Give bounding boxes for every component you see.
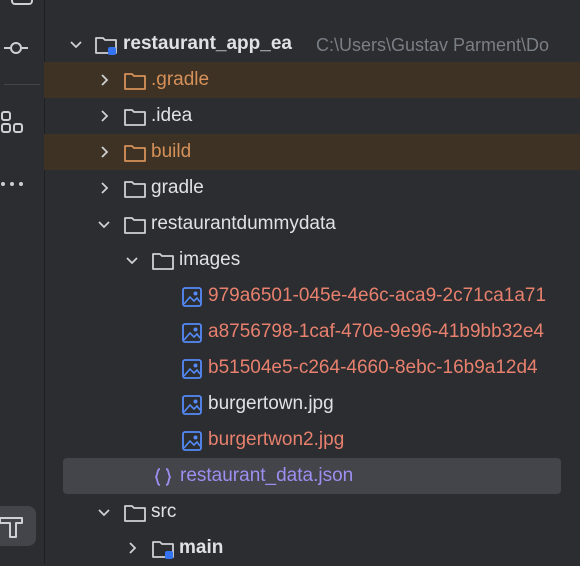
json-file-icon <box>154 468 172 486</box>
tree-item-label: b51504e5-c264-4660-8ebc-16b9a12d4 <box>208 357 538 378</box>
tree-item-label: burgertwon2.jpg <box>208 429 345 450</box>
chevron-right-icon[interactable] <box>96 144 112 160</box>
tree-item-label: 979a6501-045e-4e6c-aca9-2c71ca1a71 <box>208 285 547 306</box>
tree-row-idea[interactable]: .idea <box>44 98 580 134</box>
source-root-folder-icon <box>152 541 174 559</box>
build-tool-button[interactable] <box>0 506 36 546</box>
image-file-icon <box>182 359 202 379</box>
commit-tool-button[interactable] <box>0 28 44 68</box>
tree-row-build[interactable]: build <box>44 134 580 170</box>
folder-icon <box>152 253 174 270</box>
tree-row-main[interactable]: main <box>44 530 580 566</box>
tree-row-image-file[interactable]: 979a6501-045e-4e6c-aca9-2c71ca1a71 <box>44 278 580 314</box>
tree-item-label: build <box>151 141 192 162</box>
folder-icon <box>124 217 146 234</box>
chevron-down-icon[interactable] <box>96 216 112 232</box>
chevron-right-icon[interactable] <box>96 180 112 196</box>
project-tool-button[interactable] <box>0 0 44 18</box>
project-tree: restaurant_app_ea C:\Users\Gustav Parmen… <box>44 26 580 564</box>
tree-item-label: restaurantdummydata <box>151 213 336 234</box>
tree-row-restaurantdummydata[interactable]: restaurantdummydata <box>44 206 580 242</box>
folder-icon <box>124 181 146 198</box>
tree-row-gradle[interactable]: gradle <box>44 170 580 206</box>
chevron-right-icon[interactable] <box>124 540 140 556</box>
chevron-right-icon[interactable] <box>96 108 112 124</box>
folder-icon <box>124 145 146 162</box>
folder-icon <box>124 73 146 90</box>
image-file-icon <box>182 323 202 343</box>
folder-icon <box>124 505 146 522</box>
tree-row-image-file[interactable]: b51504e5-c264-4660-8ebc-16b9a12d4 <box>44 350 580 386</box>
image-file-icon <box>182 431 202 451</box>
chevron-down-icon[interactable] <box>96 504 112 520</box>
tree-row-src[interactable]: src <box>44 494 580 530</box>
chevron-right-icon[interactable] <box>96 72 112 88</box>
tree-row-image-file[interactable]: burgertown.jpg <box>44 386 580 422</box>
tree-item-label: .gradle <box>151 69 210 90</box>
folder-icon <box>124 109 146 126</box>
tree-item-label: gradle <box>151 177 204 198</box>
tree-row-image-file[interactable]: a8756798-1caf-470e-9e96-41b9bb32e4 <box>44 314 580 350</box>
tree-item-label: .idea <box>151 105 193 126</box>
tree-row-root[interactable]: restaurant_app_ea C:\Users\Gustav Parmen… <box>44 26 580 62</box>
tree-row-json-file[interactable]: restaurant_data.json <box>63 458 561 494</box>
more-tool-button[interactable] <box>0 164 44 204</box>
chevron-down-icon[interactable] <box>68 36 84 52</box>
root-folder-name: restaurant_app_ea <box>123 33 292 54</box>
image-file-icon <box>182 287 202 307</box>
tree-row-images[interactable]: images <box>44 242 580 278</box>
tree-item-label: main <box>179 537 224 558</box>
tree-item-label: a8756798-1caf-470e-9e96-41b9bb32e4 <box>208 321 544 342</box>
tree-item-label: images <box>179 249 241 270</box>
tool-window-strip <box>0 0 45 564</box>
tree-item-label: burgertown.jpg <box>208 393 334 414</box>
tree-item-label: restaurant_data.json <box>180 465 354 486</box>
chevron-down-icon[interactable] <box>124 252 140 268</box>
tree-item-label: src <box>151 501 177 522</box>
toolstrip-divider <box>4 84 40 85</box>
module-folder-icon <box>95 37 117 55</box>
tree-row-gradle-cache[interactable]: .gradle <box>44 62 580 98</box>
tree-row-image-file[interactable]: burgertwon2.jpg <box>44 422 580 458</box>
structure-tool-button[interactable] <box>0 104 44 144</box>
root-folder-path: C:\Users\Gustav Parment\Do <box>316 35 550 55</box>
image-file-icon <box>182 395 202 415</box>
